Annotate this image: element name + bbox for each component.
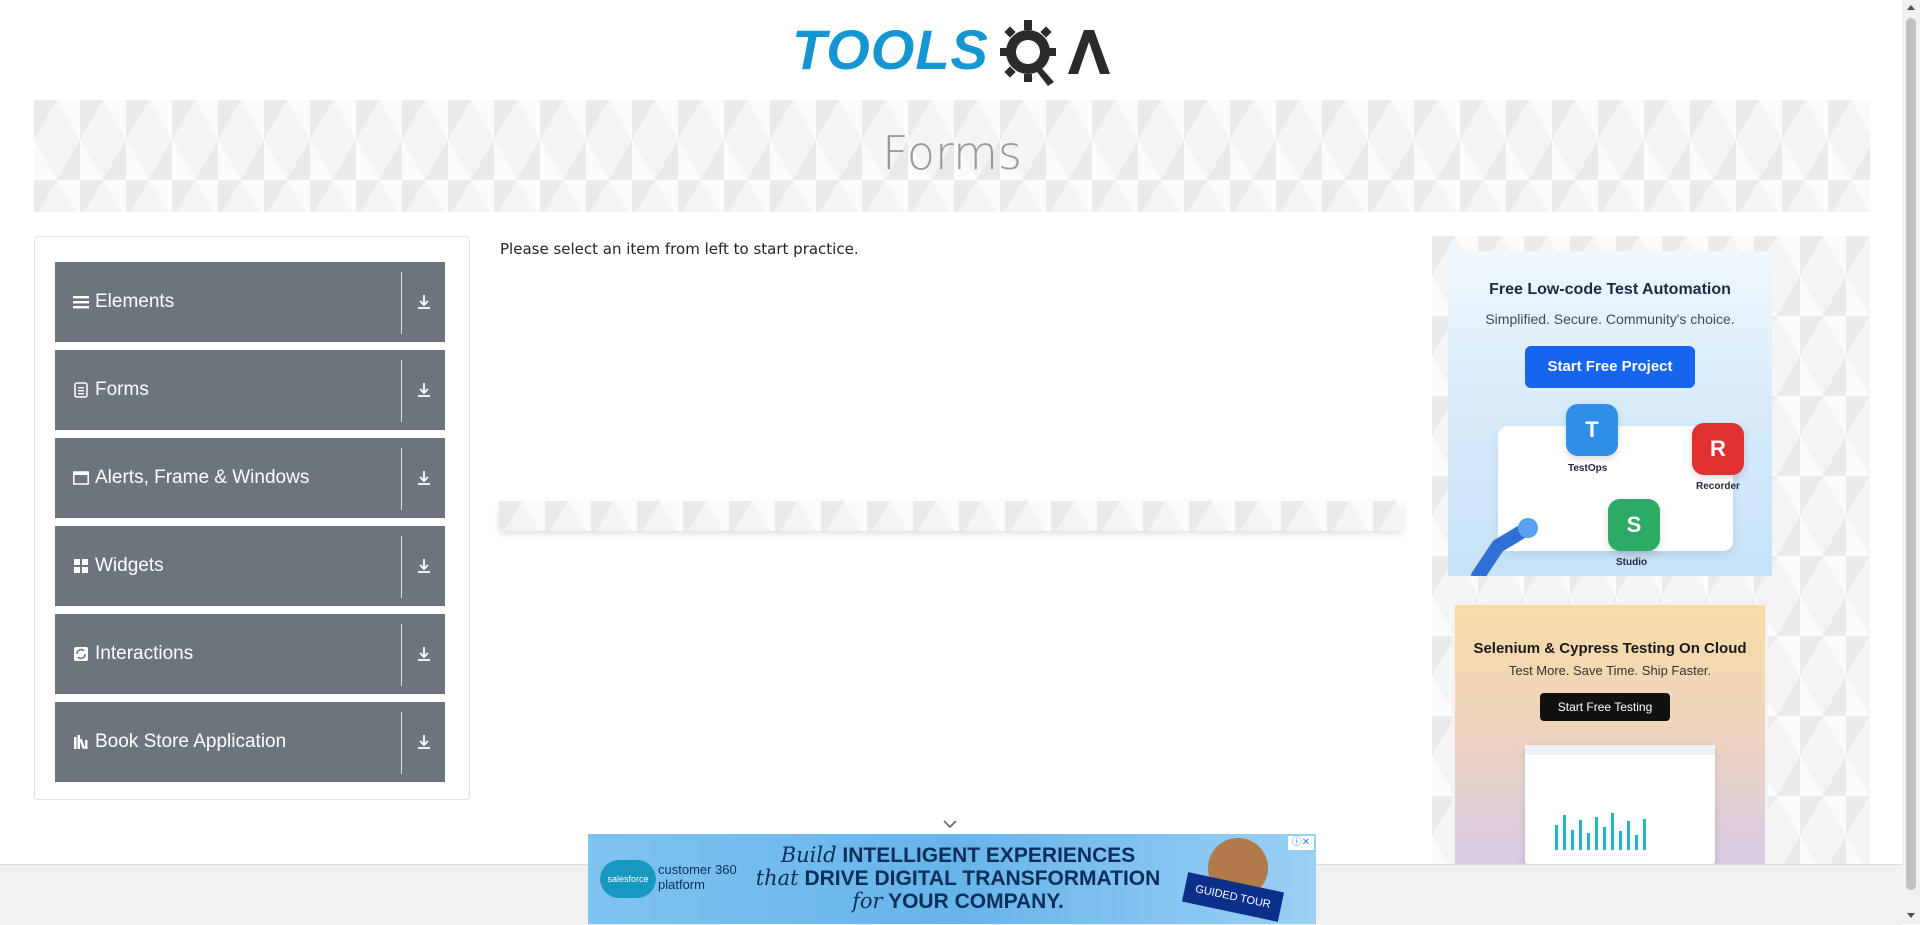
download-icon[interactable] [415,733,433,751]
scroll-up-arrow-icon[interactable] [1907,5,1915,10]
scrollbar-thumb[interactable] [1906,18,1916,890]
recorder-app-icon: R [1692,423,1744,475]
document-icon [74,382,88,398]
page-title: Forms [882,126,1022,180]
ad-low-code-automation[interactable]: Free Low-code Test Automation Simplified… [1448,251,1772,576]
robot-arm-icon [1471,518,1538,576]
sidebar-group-label: Interactions [95,643,194,664]
ad-title: Free Low-code Test Automation [1489,281,1731,298]
download-icon[interactable] [415,645,433,663]
start-free-project-button[interactable]: Start Free Project [1525,346,1695,388]
ad-selenium-cypress[interactable]: Selenium & Cypress Testing On Cloud Test… [1452,602,1768,872]
ad-dashboard-illustration [1525,745,1715,865]
sidebar-group-elements[interactable]: Elements [55,262,445,343]
ad-subtitle: Simplified. Secure. Community's choice. [1485,311,1735,327]
ad-headline-line-3: for YOUR COMPANY. [852,889,1064,913]
logo-word: TOOLS [792,18,989,81]
ad-subtitle: Test More. Save Time. Ship Faster. [1508,663,1712,678]
window-icon [73,471,89,485]
page-banner: Forms [34,100,1870,212]
download-icon[interactable] [415,469,433,487]
menu-lines-icon [73,296,89,309]
content-divider-strip [499,501,1403,531]
grid-icon [74,559,88,573]
cycle-icon [74,647,88,661]
sidebar-group-label: Forms [95,379,149,400]
ad-headline-line-1: Build INTELLIGENT EXPERIENCES [780,843,1136,867]
chevron-down-icon[interactable] [942,818,958,830]
scroll-down-arrow-icon[interactable] [1907,913,1915,918]
logo-gear-qa-icon [1000,20,1110,86]
testops-caption: TestOps [1568,463,1608,474]
studio-caption: Studio [1616,557,1648,568]
divider [401,272,402,334]
sidebar-group-label: Widgets [95,555,164,576]
bar-chart-illustration [1525,745,1715,850]
divider [401,536,402,598]
recorder-caption: Recorder [1696,481,1740,492]
sidebar-group-label: Book Store Application [95,731,287,752]
testops-app-icon: T [1566,404,1618,456]
sidebar-group-forms[interactable]: Forms [55,350,445,431]
sidebar-group-label: Elements [95,291,175,312]
studio-app-icon: S [1608,499,1660,551]
sidebar-group-alerts-frame-windows[interactable]: Alerts, Frame & Windows [55,438,445,519]
salesforce-banner-ad[interactable]: salesforce customer 360 platform Build I… [588,834,1316,924]
toolsqa-logo[interactable]: TOOLS [792,14,1114,90]
divider [401,712,402,774]
practice-instruction: Please select an item from left to start… [500,240,859,258]
ad-title: Selenium & Cypress Testing On Cloud [1473,640,1747,657]
download-icon[interactable] [415,293,433,311]
sidebar-group-interactions[interactable]: Interactions [55,614,445,695]
start-free-testing-button[interactable]: Start Free Testing [1540,693,1670,721]
sidebar: Elements Forms Alerts, Frame & Windows W… [34,236,470,800]
sidebar-group-widgets[interactable]: Widgets [55,526,445,607]
sidebar-group-label: Alerts, Frame & Windows [95,467,310,488]
download-icon[interactable] [415,557,433,575]
ad-headline-line-2: that DRIVE DIGITAL TRANSFORMATION [755,866,1161,890]
sidebar-group-book-store-application[interactable]: Book Store Application [55,702,445,783]
divider [401,448,402,510]
download-icon[interactable] [415,381,433,399]
platform-text: customer 360 platform [658,862,737,892]
salesforce-logo: salesforce [600,860,656,898]
page-scrollbar[interactable] [1902,0,1920,924]
ad-choices-close-icon[interactable]: ⓘ✕ [1288,836,1314,850]
divider [401,624,402,686]
books-icon [74,735,88,750]
divider [401,360,402,422]
